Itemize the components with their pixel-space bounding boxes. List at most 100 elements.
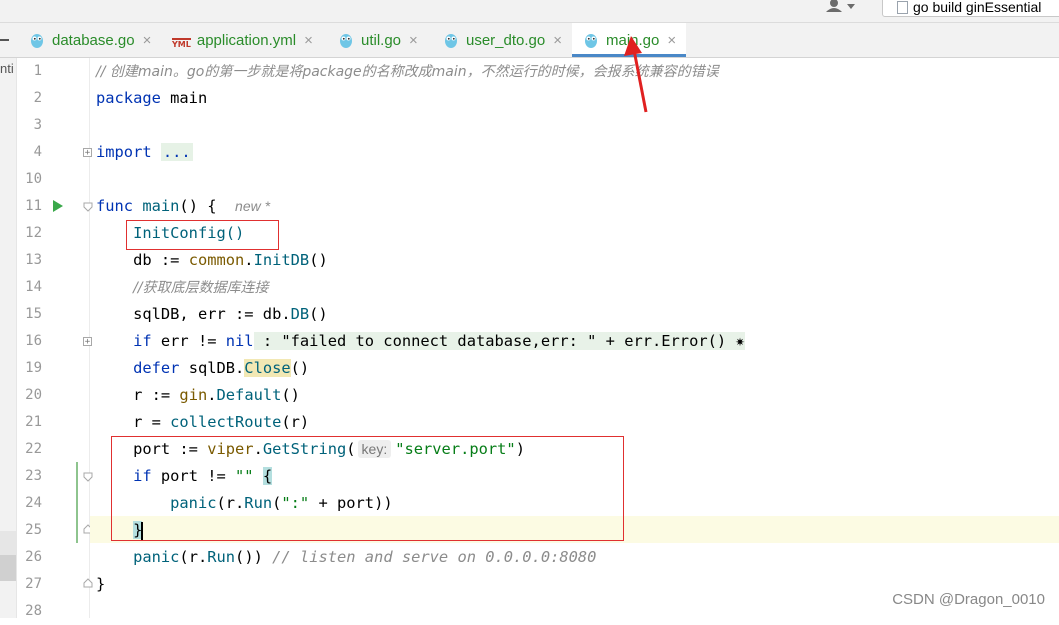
code-text: (r) [281, 413, 310, 431]
close-icon[interactable]: × [667, 32, 676, 49]
code-text: () [309, 251, 328, 269]
function-name: main [133, 197, 180, 215]
code-text: () [309, 305, 328, 323]
code-text: (r. [179, 548, 208, 566]
package-ref: common [188, 251, 245, 269]
code-text: () [281, 386, 300, 404]
code-text: r := [133, 386, 180, 404]
code-line-2: package main [96, 85, 207, 112]
annotation-box-initconfig [126, 220, 279, 250]
comment: // listen and serve on 0.0.0.0:8080 [272, 548, 597, 566]
keyword: defer [133, 359, 180, 377]
line-number: 26 [25, 549, 42, 565]
line-number: 15 [25, 306, 42, 322]
keyword: func [96, 197, 134, 215]
close-icon[interactable]: × [409, 32, 418, 49]
code-text: . [244, 251, 254, 269]
minimize-icon[interactable] [0, 39, 9, 41]
go-file-icon [897, 1, 908, 14]
code-line-26: panic(r.Run()) // listen and serve on 0.… [96, 544, 596, 571]
line-number: 11 [25, 198, 42, 214]
comment: //获取底层数据库连接 [133, 280, 269, 296]
go-gopher-icon [585, 34, 597, 48]
go-gopher-icon [340, 34, 352, 48]
function-call: Default [216, 386, 282, 404]
tool-strip-block [0, 531, 16, 555]
editor-tab-bar: database.go × YML application.yml × util… [0, 23, 1059, 58]
line-number: 20 [25, 387, 42, 403]
keyword: package [96, 89, 161, 107]
line-number: 19 [25, 360, 42, 376]
code-text: ()) [235, 548, 273, 566]
tab-label: application.yml [196, 31, 297, 49]
code-line-16: if err != nil : "failed to connect datab… [96, 328, 745, 355]
close-icon[interactable]: × [143, 32, 152, 49]
folded-region[interactable]: ... [160, 143, 193, 161]
function-call: Run [207, 548, 236, 566]
tab-database-go[interactable]: database.go × [28, 23, 151, 57]
close-icon[interactable]: × [304, 32, 313, 49]
tab-user-dto-go[interactable]: user_dto.go × [442, 23, 562, 57]
code-line-4: import ... [96, 139, 193, 166]
code-text: err != [151, 332, 226, 350]
code-line-19: defer sqlDB.Close() [96, 355, 309, 382]
run-configuration-label: go build ginEssential [913, 0, 1042, 15]
user-account-icon[interactable] [825, 0, 859, 16]
line-number: 14 [25, 279, 42, 295]
code-text: db := [133, 251, 189, 269]
run-gutter-icon[interactable] [53, 200, 63, 212]
tab-label: database.go [52, 31, 135, 49]
code-text: () { [179, 197, 217, 215]
tab-label: user_dto.go [466, 31, 546, 49]
author-hint[interactable]: new * [235, 198, 270, 214]
function-call: InitDB [253, 251, 310, 269]
code-text: r = [133, 413, 171, 431]
tab-application-yml[interactable]: YML application.yml × [172, 23, 313, 57]
vcs-change-marker[interactable] [76, 462, 78, 543]
keyword: import [96, 143, 152, 161]
line-number: 10 [25, 171, 42, 187]
code-text: sqlDB, err := db. [133, 305, 291, 323]
line-number: 12 [25, 225, 42, 241]
function-call: collectRoute [170, 413, 282, 431]
keyword: if [133, 332, 152, 350]
line-number: 21 [25, 414, 42, 430]
code-line-27: } [96, 571, 105, 598]
annotation-box-port-block [111, 436, 624, 541]
tab-label: util.go [361, 31, 402, 49]
package-ref: gin [179, 386, 208, 404]
close-icon[interactable]: × [553, 32, 562, 49]
watermark: CSDN @Dragon_0010 [892, 591, 1045, 608]
identifier: main [160, 89, 208, 107]
annotation-arrow [624, 36, 648, 113]
line-number: 2 [33, 90, 42, 106]
folded-region[interactable]: : "failed to connect database,err: " + e… [253, 332, 745, 350]
line-number: 28 [25, 603, 42, 619]
line-number: 24 [25, 495, 42, 511]
code-line-20: r := gin.Default() [96, 382, 300, 409]
line-number: 13 [25, 252, 42, 268]
line-number: 27 [25, 576, 42, 592]
run-configuration-selector[interactable]: go build ginEssential [882, 0, 1059, 17]
line-number: 3 [33, 117, 42, 133]
function-call: Close [244, 359, 291, 377]
line-number: 23 [25, 468, 42, 484]
code-text: () [290, 359, 310, 377]
go-gopher-icon [445, 34, 457, 48]
yml-file-icon: YML [172, 37, 191, 49]
project-panel-text: nti [0, 61, 14, 76]
code-line-21: r = collectRoute(r) [96, 409, 309, 436]
function-call: panic [133, 548, 180, 566]
line-number: 16 [25, 333, 42, 349]
go-gopher-icon [31, 34, 43, 48]
tool-strip-selected-block [0, 555, 16, 581]
top-toolbar: go build ginEssential [0, 0, 1059, 23]
code-text: sqlDB. [179, 359, 245, 377]
line-number: 4 [33, 144, 42, 160]
code-line-15: sqlDB, err := db.DB() [96, 301, 328, 328]
project-tool-strip: nti [0, 58, 17, 618]
code-line-14: //获取底层数据库连接 [96, 274, 269, 301]
tab-util-go[interactable]: util.go × [337, 23, 418, 57]
function-call: DB [290, 305, 310, 323]
code-line-11: func main() { new * [96, 193, 270, 220]
